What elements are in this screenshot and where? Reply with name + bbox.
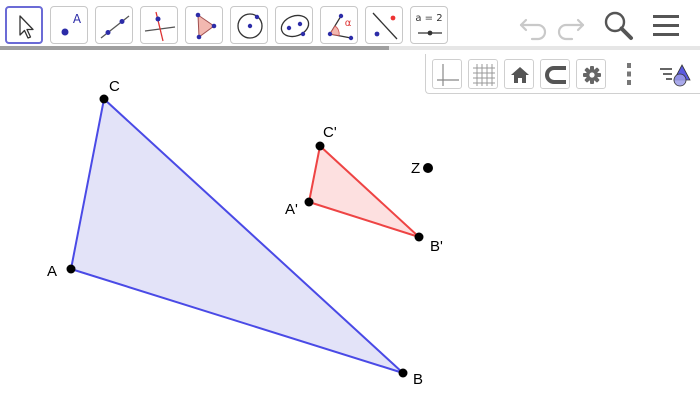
point-label-a: A xyxy=(47,263,57,280)
home-icon xyxy=(511,67,529,83)
move-tool-button[interactable] xyxy=(5,6,43,44)
angle-tool-button[interactable]: α xyxy=(320,6,358,44)
point-b[interactable] xyxy=(398,368,408,378)
perpendicular-tool-button[interactable] xyxy=(140,6,178,44)
search-button[interactable] xyxy=(600,8,636,44)
angle-tool-label: α xyxy=(344,18,352,29)
search-icon xyxy=(604,11,633,40)
polygon-icon xyxy=(195,12,217,40)
point-z[interactable] xyxy=(423,163,433,173)
redo-icon xyxy=(557,18,585,41)
grid-toggle-button[interactable] xyxy=(468,59,498,89)
graphics-view[interactable]: A B C A' B' C' Z xyxy=(0,50,700,418)
menu-icon xyxy=(653,15,679,36)
redo-button[interactable] xyxy=(552,8,588,44)
point-a[interactable] xyxy=(66,264,76,274)
reflect-icon xyxy=(372,12,398,40)
circle-tool-button[interactable] xyxy=(230,6,268,44)
point-label-b: B xyxy=(413,371,423,388)
axes-icon xyxy=(437,64,459,86)
settings-icon xyxy=(583,66,601,84)
line-icon xyxy=(100,15,130,39)
axes-toggle-button[interactable] xyxy=(432,59,462,89)
settings-button[interactable] xyxy=(576,59,606,89)
undo-button[interactable] xyxy=(516,8,552,44)
circle-icon xyxy=(237,13,263,39)
menu-button[interactable] xyxy=(648,8,684,44)
point-label-z: Z xyxy=(411,160,420,177)
slider-tool-label: a = 2 xyxy=(415,13,443,24)
point-ap[interactable] xyxy=(304,197,314,207)
triangle-abc[interactable] xyxy=(69,97,404,374)
perpendicular-line-icon xyxy=(144,11,176,42)
arrow-cursor-icon xyxy=(19,15,34,39)
point-label-c: C xyxy=(109,78,120,95)
reflect-tool-button[interactable] xyxy=(365,6,403,44)
ellipse-icon xyxy=(280,14,310,38)
point-label-bp: B' xyxy=(430,238,443,255)
point-label-ap: A' xyxy=(285,201,298,218)
undo-icon xyxy=(519,18,547,41)
polygon-tool-button[interactable] xyxy=(185,6,223,44)
point-tool-button[interactable]: A xyxy=(50,6,88,44)
point-capturing-button[interactable] xyxy=(540,59,570,89)
line-tool-button[interactable] xyxy=(95,6,133,44)
slider-tool-button[interactable]: a = 2 xyxy=(410,6,448,44)
style-bar-toggle-button[interactable] xyxy=(660,59,696,89)
point-label-cp: C' xyxy=(323,124,337,141)
ellipse-tool-button[interactable] xyxy=(275,6,313,44)
style-bar xyxy=(425,54,700,94)
point-tool-label: A xyxy=(72,12,82,26)
more-options-button[interactable] xyxy=(614,59,644,89)
more-icon xyxy=(627,63,631,85)
point-c[interactable] xyxy=(99,94,109,104)
toolbar: A α a = 2 xyxy=(0,0,700,48)
point-cp[interactable] xyxy=(315,141,325,151)
standard-view-button[interactable] xyxy=(504,59,534,89)
grid-icon xyxy=(473,64,495,86)
style-bar-toggle-icon xyxy=(660,64,691,87)
triangle-a-prime-b-prime-c-prime[interactable] xyxy=(307,144,420,238)
magnet-icon xyxy=(545,66,566,84)
point-bp[interactable] xyxy=(414,232,424,242)
